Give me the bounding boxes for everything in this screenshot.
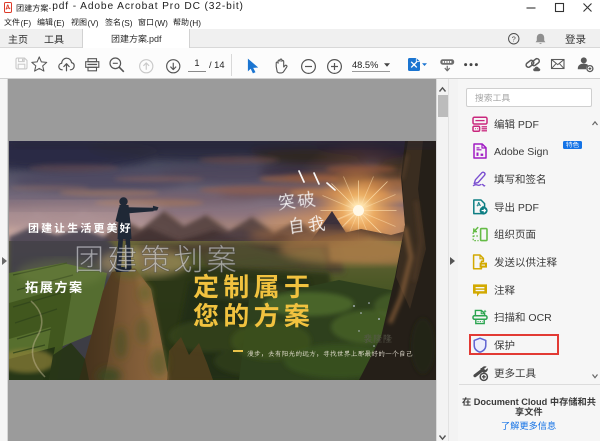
svg-text:Adobe Sign: Adobe Sign (494, 146, 548, 158)
svg-text:OCR: OCR (525, 312, 552, 324)
svg-text:PDF: PDF (515, 202, 539, 214)
svg-text:Document Cloud: Document Cloud (471, 397, 550, 407)
svg-text:?: ? (512, 34, 516, 43)
svg-text:PDF: PDF (515, 119, 539, 131)
